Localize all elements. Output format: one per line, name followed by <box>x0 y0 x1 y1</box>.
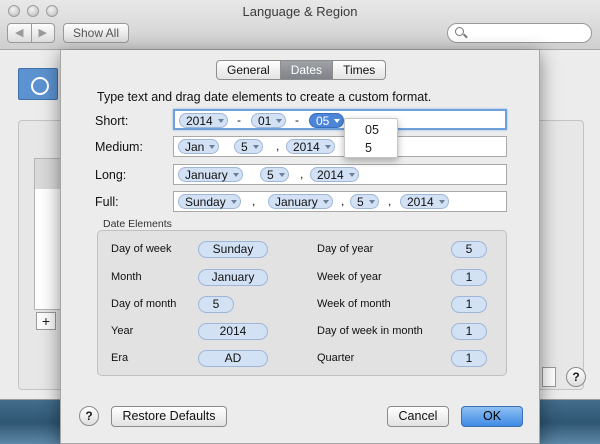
chevron-down-icon <box>217 119 224 123</box>
chevron-down-icon <box>324 145 331 149</box>
chevron-down-icon <box>322 200 329 204</box>
medium-month-token[interactable]: Jan <box>178 139 220 154</box>
tab-times[interactable]: Times <box>333 61 385 79</box>
back-arrow-icon[interactable]: ◀ <box>8 24 32 42</box>
background-help-button[interactable]: ? <box>566 367 586 387</box>
day-of-month-label: Day of month <box>111 298 177 310</box>
week-of-year-chip[interactable]: 1 <box>451 269 487 286</box>
background-field <box>542 367 556 387</box>
chevron-down-icon <box>334 119 341 123</box>
instructions-text: Type text and drag date elements to crea… <box>97 90 432 104</box>
medium-format-field[interactable]: Jan 5 , 2014 <box>173 136 507 157</box>
format-tabs: General Dates Times <box>216 60 387 80</box>
search-icon <box>455 27 464 36</box>
full-separator: , <box>388 194 392 208</box>
day-of-week-label: Day of week <box>111 243 172 255</box>
ok-button[interactable]: OK <box>461 406 523 427</box>
year-label: Year <box>111 325 134 337</box>
long-month-token[interactable]: January <box>178 167 243 182</box>
short-separator: - <box>295 113 299 127</box>
day-of-year-label: Day of year <box>317 243 374 255</box>
add-language-button[interactable]: + <box>36 312 56 330</box>
era-label: Era <box>111 352 129 364</box>
cancel-button[interactable]: Cancel <box>387 406 449 427</box>
forward-arrow-icon[interactable]: ▶ <box>32 24 55 42</box>
month-label: Month <box>111 271 142 283</box>
full-day-token[interactable]: 5 <box>350 194 379 209</box>
search-input[interactable] <box>447 23 592 43</box>
short-year-token[interactable]: 2014 <box>179 113 228 128</box>
popup-option-one-digit[interactable]: 5 <box>345 139 397 157</box>
month-chip[interactable]: January <box>198 269 268 286</box>
chevron-down-icon <box>368 200 375 204</box>
medium-year-token[interactable]: 2014 <box>286 139 335 154</box>
chevron-down-icon <box>209 145 216 149</box>
popup-option-two-digit[interactable]: 05 <box>345 121 397 139</box>
chevron-down-icon <box>348 173 355 177</box>
medium-label: Medium: <box>95 140 143 154</box>
un-flag-icon <box>18 68 58 100</box>
tab-general[interactable]: General <box>217 61 281 79</box>
full-month-token[interactable]: January <box>268 194 333 209</box>
week-of-year-label: Week of year <box>317 271 382 283</box>
chevron-down-icon <box>278 173 285 177</box>
chevron-down-icon <box>252 145 259 149</box>
short-separator: - <box>237 113 241 127</box>
window-titlebar: Language & Region ◀ ▶ Show All <box>0 0 600 50</box>
short-label: Short: <box>95 114 129 128</box>
day-of-week-in-month-chip[interactable]: 1 <box>451 323 487 340</box>
long-separator: , <box>300 167 304 181</box>
quarter-chip[interactable]: 1 <box>451 350 487 367</box>
short-day-token[interactable]: 05 <box>309 113 345 128</box>
tab-dates[interactable]: Dates <box>280 61 334 79</box>
day-of-week-in-month-label: Day of week in month <box>317 325 423 337</box>
full-weekday-token[interactable]: Sunday <box>178 194 241 209</box>
long-year-token[interactable]: 2014 <box>310 167 359 182</box>
restore-defaults-button[interactable]: Restore Defaults <box>111 406 227 427</box>
day-format-popup-menu: 05 5 <box>344 118 398 158</box>
medium-separator: , <box>276 139 280 153</box>
help-button[interactable]: ? <box>79 406 99 426</box>
full-separator: , <box>252 194 256 208</box>
custom-format-sheet: General Dates Times Type text and drag d… <box>60 50 540 444</box>
short-format-field[interactable]: 2014 - 01 - 05 <box>173 109 507 130</box>
chevron-down-icon <box>230 200 237 204</box>
chevron-down-icon <box>438 200 445 204</box>
long-day-token[interactable]: 5 <box>260 167 289 182</box>
short-month-token[interactable]: 01 <box>251 113 287 128</box>
week-of-month-label: Week of month <box>317 298 391 310</box>
week-of-month-chip[interactable]: 1 <box>451 296 487 313</box>
full-year-token[interactable]: 2014 <box>400 194 449 209</box>
full-format-field[interactable]: Sunday , January , 5 , 2014 <box>173 191 507 212</box>
full-label: Full: <box>95 195 119 209</box>
nav-buttons: ◀ ▶ <box>7 23 55 43</box>
day-of-week-chip[interactable]: Sunday <box>198 241 268 258</box>
chevron-down-icon <box>276 119 283 123</box>
year-chip[interactable]: 2014 <box>198 323 268 340</box>
show-all-button[interactable]: Show All <box>63 23 129 43</box>
day-of-month-chip[interactable]: 5 <box>198 296 234 313</box>
chevron-down-icon <box>232 173 239 177</box>
era-chip[interactable]: AD <box>198 350 268 367</box>
quarter-label: Quarter <box>317 352 355 364</box>
date-elements-title: Date Elements <box>103 218 172 230</box>
full-separator: , <box>341 194 345 208</box>
long-label: Long: <box>95 168 127 182</box>
day-of-year-chip[interactable]: 5 <box>451 241 487 258</box>
long-format-field[interactable]: January 5 , 2014 <box>173 164 507 185</box>
medium-day-token[interactable]: 5 <box>234 139 263 154</box>
window-title: Language & Region <box>242 4 358 19</box>
